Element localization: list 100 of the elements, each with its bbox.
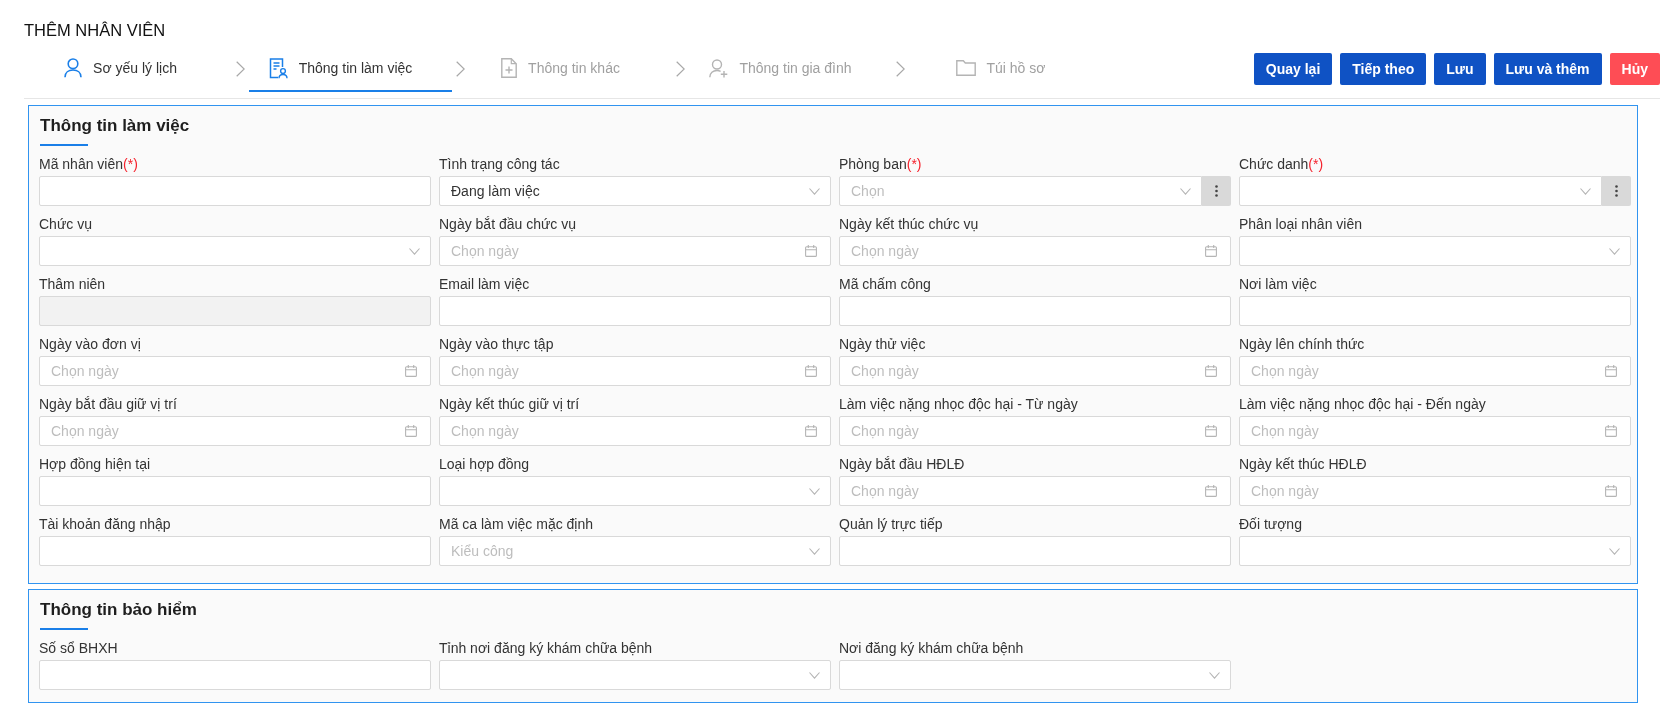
calendar-icon	[1205, 365, 1217, 377]
select-field[interactable]	[1239, 536, 1631, 566]
folder-icon	[955, 60, 976, 76]
text-field[interactable]	[839, 296, 1231, 326]
chevron-down-icon	[809, 547, 820, 555]
field-label: Tỉnh nơi đăng ký khám chữa bệnh	[439, 640, 653, 656]
more-button[interactable]	[1202, 176, 1231, 206]
chevron-right-icon	[896, 61, 905, 77]
more-button[interactable]	[1602, 176, 1631, 206]
field-label: Nơi làm việc	[1239, 276, 1317, 292]
calendar-icon	[405, 425, 417, 437]
text-field[interactable]	[39, 536, 431, 566]
document-user-icon	[268, 57, 288, 79]
text-field[interactable]	[839, 536, 1231, 566]
date-field[interactable]: Chọn ngày	[1239, 416, 1631, 446]
calendar-icon	[1605, 365, 1617, 377]
chevron-right-icon	[676, 61, 685, 77]
field-label: Ngày vào thực tập	[439, 336, 554, 352]
chevron-down-icon	[1609, 247, 1620, 255]
calendar-icon	[1205, 485, 1217, 497]
field-label: Ngày vào đơn vị	[39, 336, 141, 352]
date-field[interactable]: Chọn ngày	[839, 236, 1231, 266]
date-field[interactable]: Chọn ngày	[839, 476, 1231, 506]
calendar-icon	[805, 365, 817, 377]
field-label: Ngày bắt đầu chức vụ	[439, 216, 576, 232]
field-label: Chức vụ	[39, 216, 92, 232]
field-label: Email làm việc	[439, 276, 530, 292]
field-label: Làm việc nặng nhọc độc hại - Đến ngày	[1239, 396, 1486, 412]
section-title: Thông tin bảo hiểm	[40, 599, 197, 621]
field-label: Mã ca làm việc mặc định	[439, 516, 594, 532]
calendar-icon	[1205, 425, 1217, 437]
chevron-down-icon	[809, 187, 820, 195]
field-label: Ngày bắt đầu giữ vị trí	[39, 396, 177, 412]
cancel-button[interactable]: Hủy	[1609, 53, 1660, 85]
select-field[interactable]: Kiểu công	[439, 536, 831, 566]
chevron-down-icon	[1209, 671, 1220, 679]
chevron-right-icon	[236, 61, 245, 77]
date-field[interactable]: Chọn ngày	[39, 356, 431, 386]
date-field[interactable]: Chọn ngày	[839, 416, 1231, 446]
chevron-down-icon	[1609, 547, 1620, 555]
select-field[interactable]	[439, 660, 831, 690]
date-field[interactable]: Chọn ngày	[39, 416, 431, 446]
date-field[interactable]: Chọn ngày	[839, 356, 1231, 386]
chevron-down-icon	[809, 671, 820, 679]
text-field[interactable]	[39, 476, 431, 506]
calendar-icon	[1605, 485, 1617, 497]
more-icon	[1615, 185, 1618, 197]
field-label: Ngày kết thúc giữ vị trí	[439, 396, 580, 412]
field-label: Mã chấm công	[839, 276, 931, 292]
field-label: Tình trạng công tác	[439, 156, 560, 172]
text-field[interactable]	[39, 660, 431, 690]
field-label: Mã nhân viên(*)	[39, 156, 138, 172]
field-label: Thâm niên	[39, 276, 106, 292]
select-field[interactable]: Đang làm việc	[439, 176, 831, 206]
field-label: Ngày thử việc	[839, 336, 926, 352]
text-field[interactable]	[439, 296, 831, 326]
field-label: Phân loại nhân viên	[1239, 216, 1362, 232]
field-label: Tài khoản đăng nhập	[39, 516, 171, 532]
calendar-icon	[805, 245, 817, 257]
more-icon	[1215, 185, 1218, 197]
field-label: Làm việc nặng nhọc độc hại - Từ ngày	[839, 396, 1078, 412]
step-tab[interactable]: Sơ yếu lý lịch	[29, 46, 232, 92]
select-field[interactable]	[39, 236, 431, 266]
back-button[interactable]: Quay lại	[1253, 53, 1333, 85]
user-plus-icon	[709, 58, 729, 78]
select-field[interactable]	[1239, 176, 1602, 206]
date-field[interactable]: Chọn ngày	[1239, 476, 1631, 506]
chevron-down-icon	[409, 247, 420, 255]
document-plus-icon	[501, 58, 518, 78]
field-label: Ngày bắt đầu HĐLĐ	[839, 456, 965, 472]
field-label: Số sổ BHXH	[39, 640, 118, 656]
save-and-add-button[interactable]: Lưu và thêm	[1493, 53, 1602, 85]
date-field[interactable]: Chọn ngày	[439, 416, 831, 446]
calendar-icon	[405, 365, 417, 377]
field-label: Phòng ban(*)	[839, 156, 922, 172]
text-field[interactable]	[1239, 296, 1631, 326]
select-field[interactable]	[439, 476, 831, 506]
chevron-down-icon	[1180, 187, 1191, 195]
field-label: Quản lý trực tiếp	[839, 516, 943, 532]
date-field[interactable]: Chọn ngày	[1239, 356, 1631, 386]
field-label: Chức danh(*)	[1239, 156, 1324, 172]
field-label: Đối tượng	[1239, 516, 1302, 532]
select-field[interactable]	[1239, 236, 1631, 266]
text-field[interactable]	[39, 176, 431, 206]
next-button[interactable]: Tiếp theo	[1340, 53, 1427, 85]
chevron-down-icon	[1580, 187, 1591, 195]
date-field[interactable]: Chọn ngày	[439, 236, 831, 266]
select-field[interactable]: Chọn	[839, 176, 1202, 206]
date-field[interactable]: Chọn ngày	[439, 356, 831, 386]
field-label: Ngày kết thúc HĐLĐ	[1239, 456, 1367, 472]
field-label: Ngày lên chính thức	[1239, 336, 1365, 352]
calendar-icon	[805, 425, 817, 437]
save-button[interactable]: Lưu	[1434, 53, 1486, 85]
page-title: THÊM NHÂN VIÊN	[24, 20, 166, 40]
calendar-icon	[1605, 425, 1617, 437]
chevron-right-icon	[456, 61, 465, 77]
calendar-icon	[1205, 245, 1217, 257]
step-tab[interactable]: Thông tin làm việc	[249, 46, 452, 92]
section-title: Thông tin làm việc	[40, 115, 190, 137]
select-field[interactable]	[839, 660, 1231, 690]
